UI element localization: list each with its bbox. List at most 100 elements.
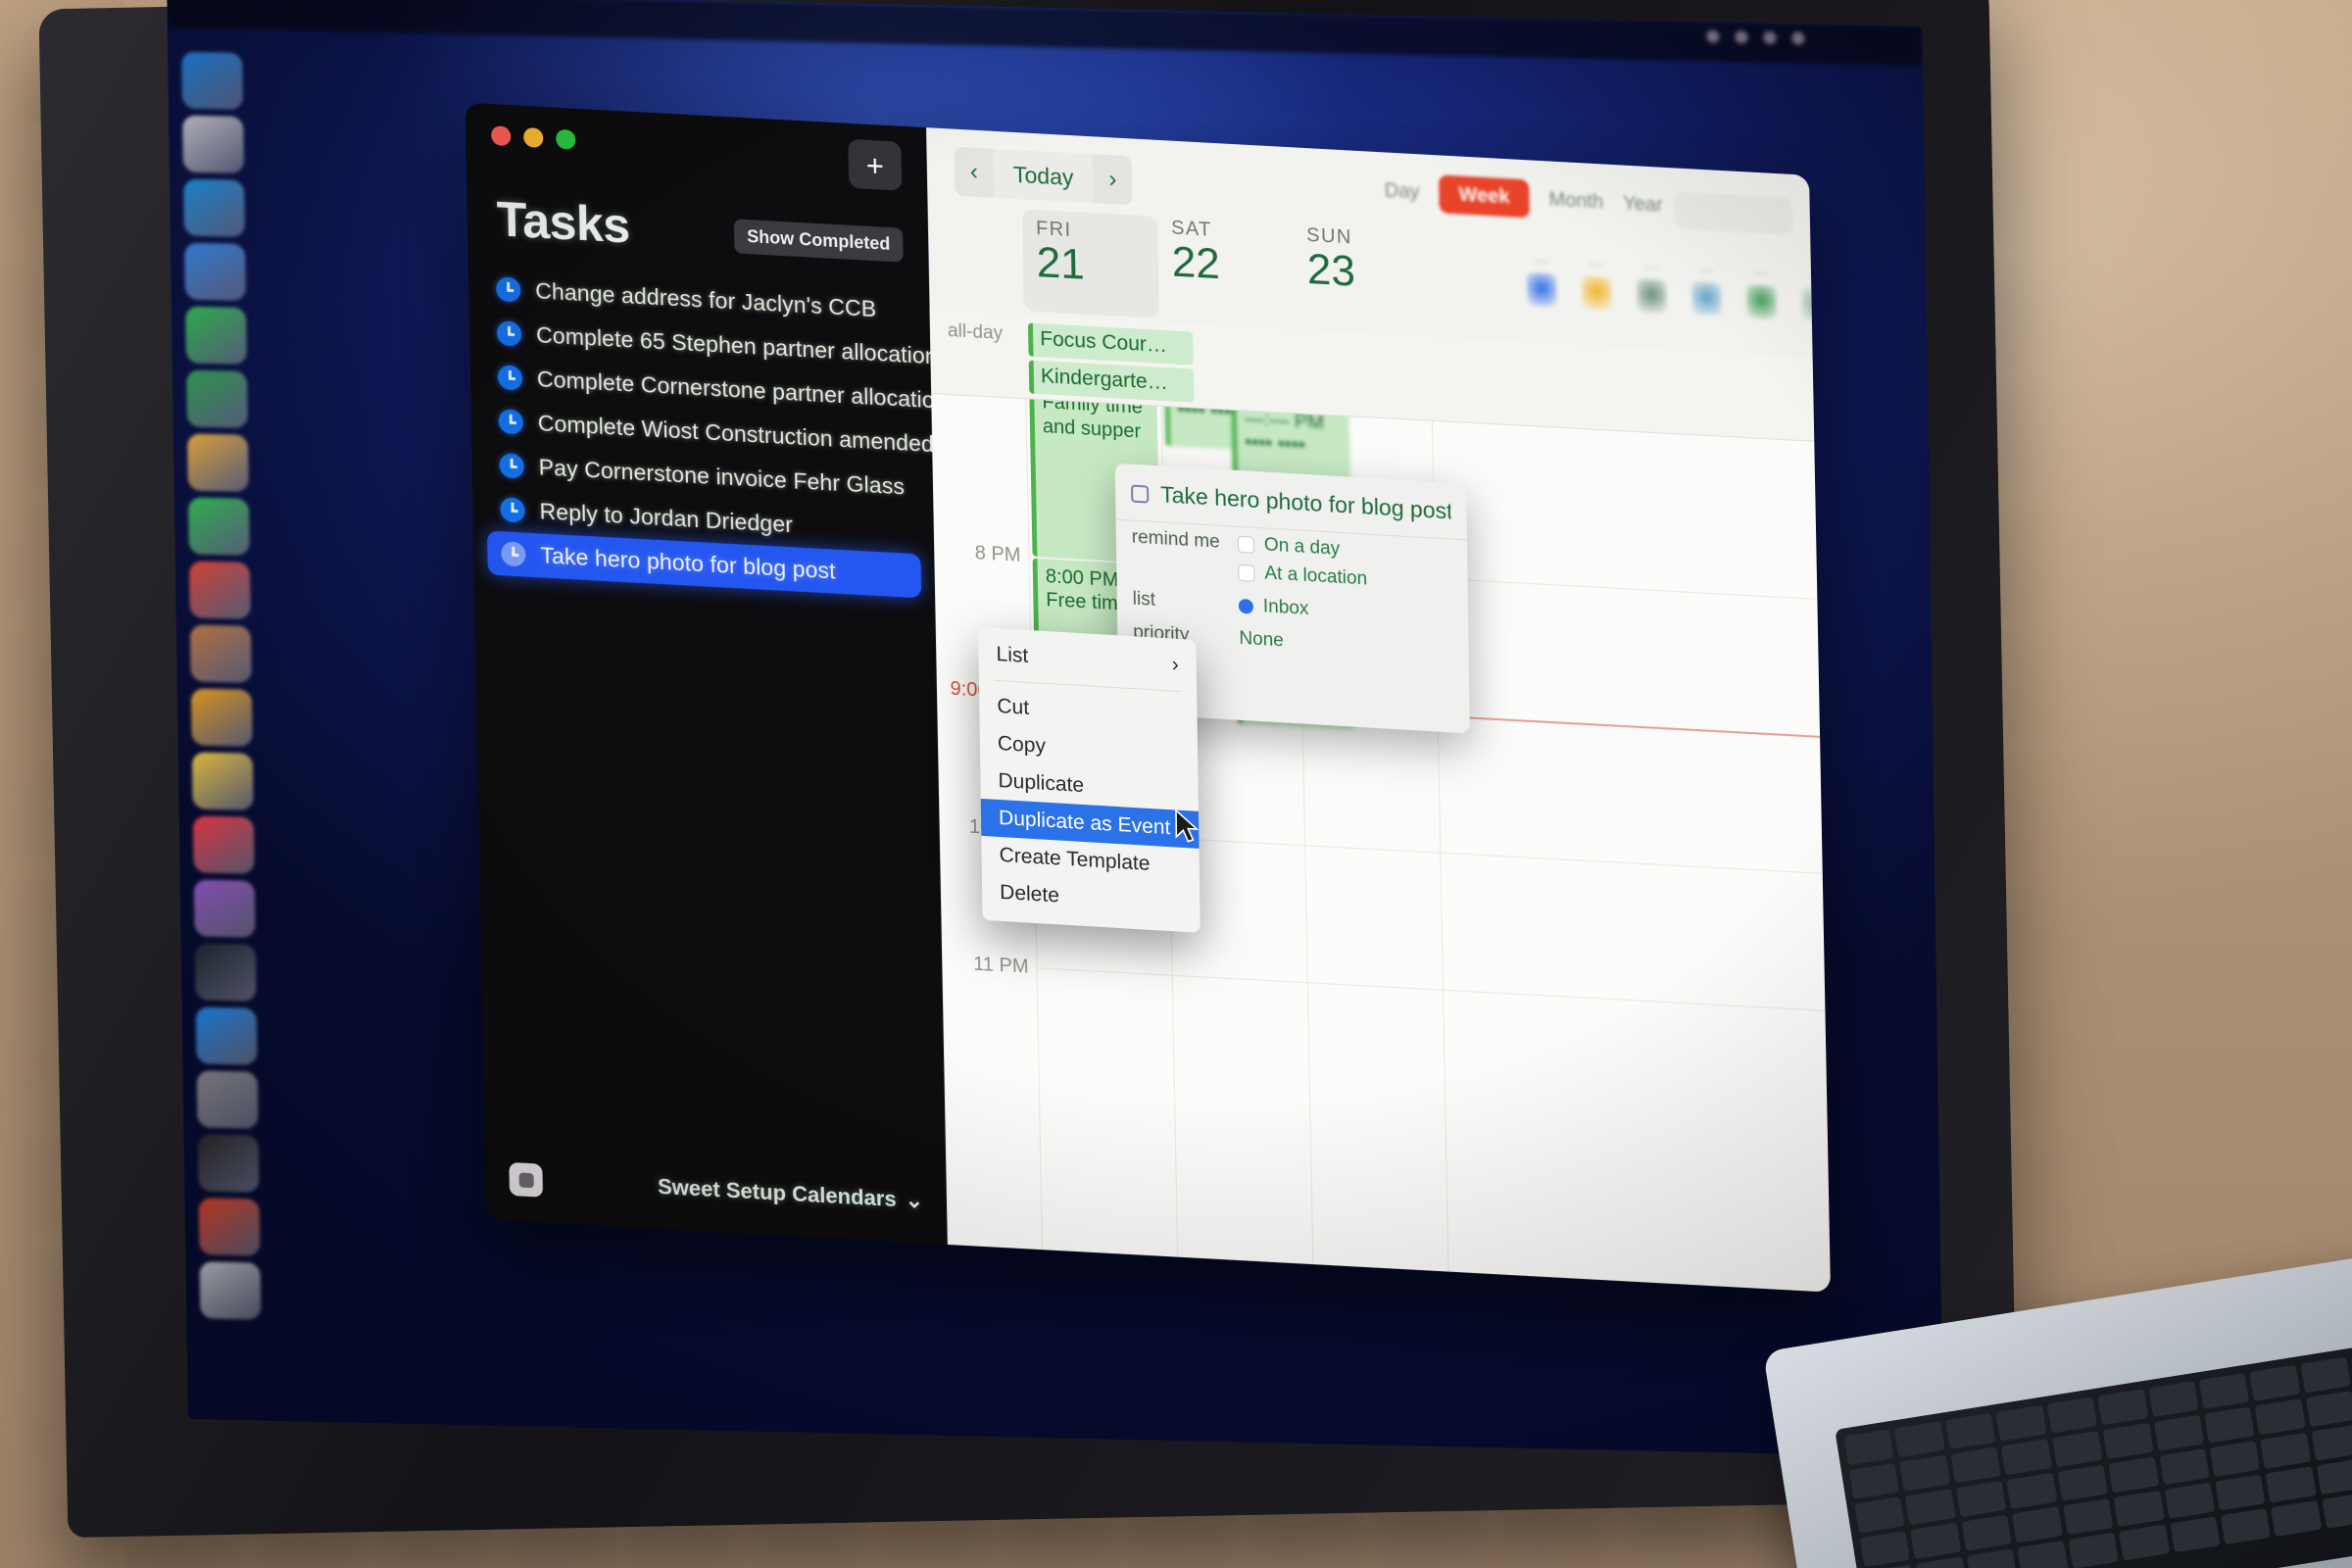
maps-icon[interactable] bbox=[186, 369, 248, 428]
keyboard-key[interactable] bbox=[2255, 1398, 2306, 1436]
keyboard-key[interactable] bbox=[2006, 1472, 2058, 1509]
keyboard-key[interactable] bbox=[2322, 1492, 2352, 1529]
checkbox-icon[interactable] bbox=[1237, 535, 1255, 554]
contacts-icon[interactable] bbox=[189, 624, 252, 683]
task-complete-icon[interactable] bbox=[501, 541, 526, 567]
keyboard-key[interactable] bbox=[2265, 1466, 2317, 1503]
view-toggle-group[interactable]: Day Week Month Year bbox=[1384, 172, 1663, 224]
keyboard-key[interactable] bbox=[1916, 1556, 1967, 1568]
task-complete-icon[interactable] bbox=[499, 453, 524, 479]
keyboard-key[interactable] bbox=[2097, 1389, 2148, 1426]
context-menu-item[interactable]: List › bbox=[978, 635, 1197, 685]
task-checkbox[interactable] bbox=[1131, 484, 1150, 504]
keyboard-key[interactable] bbox=[2153, 1414, 2204, 1451]
keyboard-key[interactable] bbox=[1910, 1522, 1962, 1559]
close-icon[interactable] bbox=[491, 125, 512, 147]
keyboard-key[interactable] bbox=[1944, 1412, 1996, 1449]
task-complete-icon[interactable] bbox=[496, 320, 522, 347]
keyboard-key[interactable] bbox=[2102, 1422, 2154, 1459]
keyboard-key[interactable] bbox=[2169, 1516, 2221, 1553]
keyboard-key[interactable] bbox=[2119, 1524, 2170, 1561]
task-complete-icon[interactable] bbox=[497, 365, 523, 391]
podcasts-icon[interactable] bbox=[193, 879, 256, 938]
keyboard-key[interactable] bbox=[2147, 1381, 2199, 1418]
day-column-header[interactable]: FRI 21 bbox=[1021, 209, 1159, 318]
day-column-header[interactable]: SAT 22 bbox=[1157, 217, 1294, 292]
facetime-icon[interactable] bbox=[187, 497, 250, 556]
mail-icon[interactable] bbox=[184, 242, 246, 301]
terminal-icon[interactable] bbox=[197, 1134, 260, 1193]
menu-bar-status-items[interactable] bbox=[1706, 29, 1805, 45]
keyboard-key[interactable] bbox=[1848, 1462, 1900, 1499]
notes-icon[interactable] bbox=[191, 752, 254, 810]
keyboard-key[interactable] bbox=[2017, 1540, 2069, 1568]
window-traffic-lights[interactable] bbox=[491, 125, 576, 150]
keyboard-key[interactable] bbox=[1854, 1496, 1905, 1534]
keyboard-key[interactable] bbox=[1995, 1404, 2047, 1442]
minimize-icon[interactable] bbox=[523, 126, 544, 148]
keyboard-key[interactable] bbox=[2316, 1458, 2352, 1495]
finder-icon[interactable] bbox=[181, 51, 244, 110]
list-value-wrap[interactable]: Inbox bbox=[1238, 595, 1309, 620]
keyboard-key[interactable] bbox=[2271, 1499, 2322, 1537]
keyboard-key[interactable] bbox=[1894, 1421, 1945, 1458]
priority-value[interactable]: None bbox=[1239, 628, 1284, 653]
keyboard-key[interactable] bbox=[2001, 1439, 2052, 1476]
keyboard-key[interactable] bbox=[1843, 1429, 1894, 1466]
previous-period-button[interactable]: ‹ bbox=[954, 147, 994, 198]
messages-icon[interactable] bbox=[185, 306, 247, 365]
wifi-icon[interactable] bbox=[1706, 29, 1720, 43]
keyboard-key[interactable] bbox=[1899, 1454, 1951, 1492]
keyboard-key[interactable] bbox=[2249, 1364, 2301, 1401]
control-center-icon[interactable] bbox=[1763, 30, 1777, 45]
task-complete-icon[interactable] bbox=[500, 497, 525, 523]
zoom-icon[interactable] bbox=[556, 128, 576, 150]
list-value-option[interactable]: Inbox bbox=[1238, 595, 1309, 620]
day-column-header[interactable]: SUN 23 bbox=[1293, 223, 1429, 299]
tv-icon[interactable] bbox=[194, 943, 257, 1002]
calendar-icon[interactable] bbox=[188, 561, 251, 619]
trash-icon[interactable] bbox=[199, 1261, 262, 1320]
task-complete-icon[interactable] bbox=[498, 409, 524, 435]
keyboard-key[interactable] bbox=[2220, 1508, 2272, 1545]
clock-icon[interactable] bbox=[1791, 31, 1805, 45]
keyboard-key[interactable] bbox=[2051, 1430, 2103, 1468]
show-completed-button[interactable]: Show Completed bbox=[733, 219, 904, 263]
keyboard-key[interactable] bbox=[2198, 1372, 2250, 1409]
keyboard-key[interactable] bbox=[2068, 1532, 2119, 1568]
keyboard-key[interactable] bbox=[2057, 1464, 2108, 1501]
checkbox-icon[interactable] bbox=[1238, 564, 1255, 582]
music-icon[interactable] bbox=[192, 815, 255, 874]
search-input[interactable] bbox=[1674, 191, 1793, 235]
keyboard-key[interactable] bbox=[2209, 1440, 2261, 1478]
keyboard-key[interactable] bbox=[1950, 1446, 2001, 1484]
calendar-set-toggle-button[interactable] bbox=[509, 1161, 544, 1198]
keyboard-key[interactable] bbox=[1966, 1548, 2018, 1568]
keyboard-key[interactable] bbox=[2300, 1356, 2351, 1394]
launchpad-icon[interactable] bbox=[182, 115, 245, 173]
keyboard-key[interactable] bbox=[2311, 1424, 2352, 1461]
keyboard-key[interactable] bbox=[2113, 1490, 2165, 1527]
keyboard-key[interactable] bbox=[2108, 1456, 2159, 1494]
remind-at-a-location-option[interactable]: At a location bbox=[1238, 562, 1367, 591]
calendar-set-selector[interactable]: Sweet Setup Calendars ⌄ bbox=[658, 1174, 924, 1214]
keyboard-key[interactable] bbox=[1859, 1530, 1911, 1567]
keyboard-key[interactable] bbox=[2305, 1390, 2352, 1428]
next-period-button[interactable]: › bbox=[1093, 154, 1133, 205]
remind-on-a-day-option[interactable]: On a day bbox=[1237, 533, 1367, 563]
keyboard-key[interactable] bbox=[2204, 1406, 2255, 1444]
add-task-button[interactable]: + bbox=[848, 138, 903, 191]
fantastical-icon[interactable] bbox=[198, 1198, 261, 1256]
keyboard-key[interactable] bbox=[2164, 1482, 2215, 1519]
battery-icon[interactable] bbox=[1735, 30, 1748, 44]
view-toggle-day[interactable]: Day bbox=[1385, 179, 1420, 204]
date-navigation[interactable]: ‹ Today › bbox=[954, 146, 1133, 206]
context-menu[interactable]: List › Cut Copy Duplicate Duplicate as Event C… bbox=[978, 626, 1200, 933]
keyboard-key[interactable] bbox=[1955, 1480, 2007, 1518]
task-complete-icon[interactable] bbox=[495, 276, 521, 303]
all-day-event[interactable]: Kindergarte… bbox=[1028, 360, 1195, 403]
keyboard-key[interactable] bbox=[1905, 1489, 1956, 1526]
keyboard-key[interactable] bbox=[2062, 1498, 2114, 1536]
keyboard-key[interactable] bbox=[2260, 1432, 2312, 1469]
appstore-icon[interactable] bbox=[195, 1006, 258, 1065]
